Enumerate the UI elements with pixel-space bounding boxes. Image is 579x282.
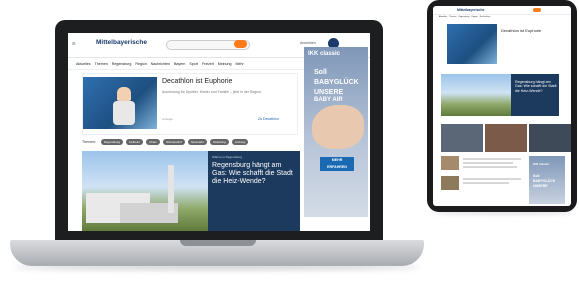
tablet-small-thumb[interactable] bbox=[441, 156, 459, 170]
side-ad-line: BABY AIR bbox=[314, 97, 343, 103]
cta-line: MEHR bbox=[331, 158, 343, 162]
tablet-screen: Mittelbayerische Aktuelles Themen Regens… bbox=[433, 6, 571, 206]
side-ad-line: Soll bbox=[314, 69, 327, 76]
tablet-text-line bbox=[463, 182, 509, 184]
tablet-side-ad-line: UNSERE bbox=[533, 184, 548, 188]
nav-item[interactable]: Aktuelles bbox=[439, 16, 447, 18]
ad-image[interactable] bbox=[83, 77, 157, 129]
nav-item[interactable]: Themen bbox=[95, 62, 108, 66]
side-ad-logo: IKK classic bbox=[308, 51, 341, 57]
ad-image-person bbox=[117, 87, 131, 101]
tag-chip[interactable]: Schwandorf bbox=[163, 139, 185, 145]
tablet-hero-image[interactable] bbox=[441, 74, 511, 116]
laptop-notch bbox=[180, 240, 256, 246]
tablet-thumb[interactable] bbox=[529, 124, 571, 152]
tags-label: Themen: bbox=[82, 140, 96, 144]
menu-icon[interactable]: ☰ bbox=[72, 41, 76, 46]
nav-item[interactable]: Meinung bbox=[218, 62, 232, 66]
ad-title[interactable]: Decathlon ist Euphorie bbox=[162, 78, 292, 85]
tag-chip[interactable]: Amberg bbox=[231, 139, 249, 145]
account-link[interactable]: Anmelden bbox=[300, 41, 316, 45]
nav-item[interactable]: Nachrichten bbox=[480, 16, 491, 18]
ad-sponsor-label: Anzeige bbox=[162, 117, 173, 121]
tablet-site-logo[interactable]: Mittelbayerische bbox=[457, 8, 484, 12]
tablet-side-ad-line: BABYGLÜCK bbox=[533, 179, 556, 183]
nav-item[interactable]: Bayern bbox=[174, 62, 185, 66]
nav-item[interactable]: Freizeit bbox=[202, 62, 214, 66]
tablet-header bbox=[433, 6, 571, 15]
notification-badge[interactable] bbox=[234, 40, 247, 48]
tag-chip[interactable]: Kelheim bbox=[126, 139, 144, 145]
side-ad-line: UNSERE bbox=[314, 89, 344, 96]
tablet-text-line bbox=[463, 162, 513, 164]
nav-item[interactable]: Regensburg bbox=[458, 16, 469, 18]
nav-item[interactable]: Regensburg bbox=[112, 62, 132, 66]
tag-chip[interactable]: Cham bbox=[146, 139, 161, 145]
hero-image[interactable] bbox=[82, 151, 208, 231]
tablet-thumb[interactable] bbox=[441, 124, 483, 152]
cta-line: ERFAHREN bbox=[327, 165, 347, 169]
tablet-text-line bbox=[463, 178, 521, 180]
nav-item[interactable]: Mehr bbox=[236, 62, 244, 66]
tablet-ad-image[interactable] bbox=[447, 24, 497, 64]
side-ad-line: BABYGLÜCK bbox=[314, 79, 359, 86]
nav-item[interactable]: Sport bbox=[189, 62, 198, 66]
side-ad-baby-photo bbox=[312, 105, 364, 149]
nav-item[interactable]: Nachrichten bbox=[151, 62, 170, 66]
tablet-small-thumb[interactable] bbox=[441, 176, 459, 190]
ad-image-shirt bbox=[113, 101, 135, 125]
tablet-hero-title[interactable]: Regensburg hängt am Gas: Wie schafft die… bbox=[515, 80, 557, 93]
tag-chip[interactable]: Regensburg bbox=[100, 139, 124, 145]
tablet-nav: Aktuelles Themen Regensburg Region Nachr… bbox=[439, 16, 490, 18]
tablet-side-ad-logo: IKK classic bbox=[533, 162, 550, 166]
hero-chimney bbox=[168, 165, 174, 213]
ad-link[interactable]: Zu Decathlon bbox=[258, 117, 279, 121]
hero-kicker: Wärme in Regensburg bbox=[212, 155, 243, 159]
nav-item[interactable]: Region bbox=[471, 16, 477, 18]
tablet-side-ad-line: Soll bbox=[533, 174, 540, 178]
hero-title[interactable]: Regensburg hängt am Gas: Wie schafft die… bbox=[212, 162, 296, 187]
tablet-badge[interactable] bbox=[533, 8, 541, 12]
tablet-ad-title[interactable]: Decathlon ist Euphorie bbox=[501, 28, 541, 33]
tablet-thumb[interactable] bbox=[485, 124, 527, 152]
tag-chip[interactable]: Neumarkt bbox=[187, 139, 207, 145]
site-logo[interactable]: Mittelbayerische bbox=[96, 39, 147, 46]
nav-item[interactable]: Themen bbox=[449, 16, 456, 18]
nav-item[interactable]: Region bbox=[135, 62, 146, 66]
tablet-text-line bbox=[463, 158, 521, 160]
ad-text: Ausrüstung für Sportler, Kinder und Fami… bbox=[162, 90, 262, 94]
tablet-text-line bbox=[463, 166, 517, 168]
main-nav: Aktuelles Themen Regensburg Region Nachr… bbox=[68, 59, 312, 70]
laptop-screen: ☰ Mittelbayerische Anmelden Aktuelles Th… bbox=[68, 33, 370, 231]
nav-item[interactable]: Aktuelles bbox=[76, 62, 91, 66]
topic-tags: Themen: Regensburg Kelheim Cham Schwando… bbox=[82, 139, 249, 145]
tag-chip[interactable]: Straubing bbox=[209, 139, 229, 145]
side-ad-cta-button[interactable]: MEHR ERFAHREN bbox=[320, 157, 354, 171]
